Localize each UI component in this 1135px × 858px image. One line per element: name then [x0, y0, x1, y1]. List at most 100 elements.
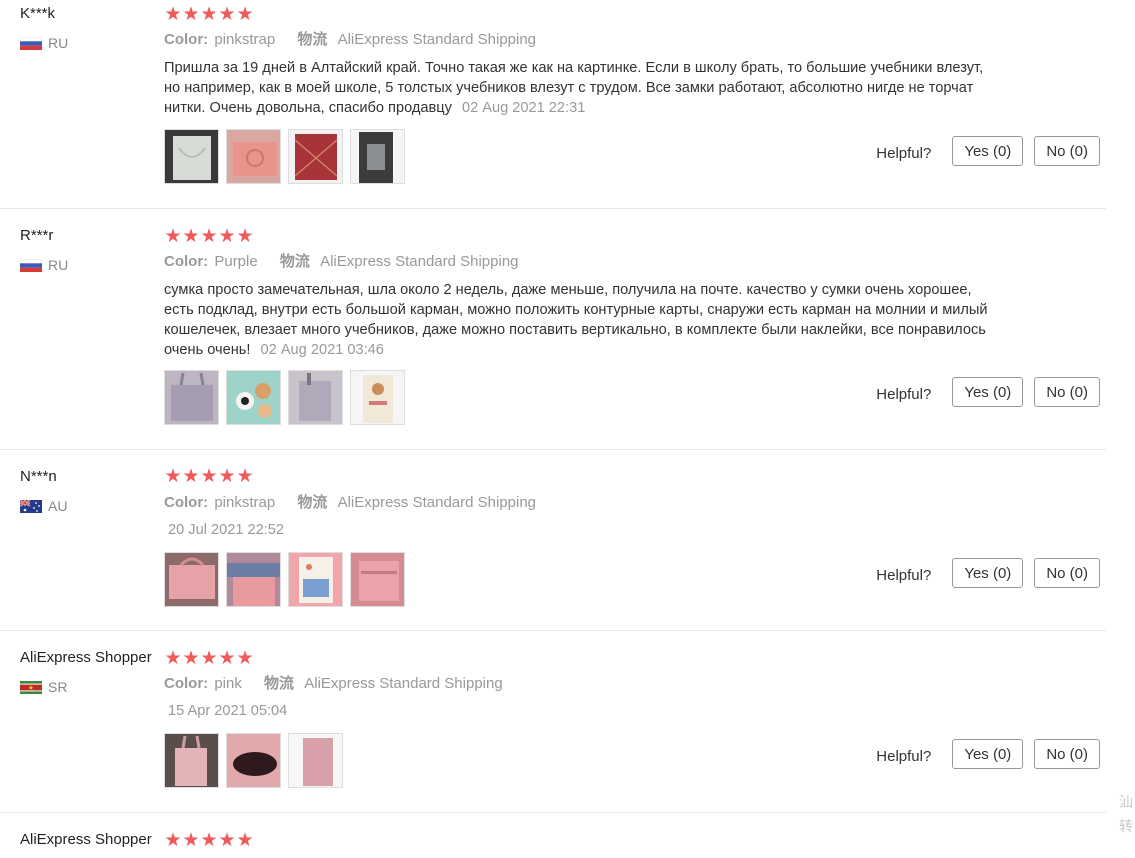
- review-photo[interactable]: [164, 370, 219, 425]
- helpful-no-button[interactable]: No (0): [1034, 377, 1100, 407]
- star-icon: ★: [164, 3, 182, 25]
- shipping-value: AliExpress Standard Shipping: [337, 31, 537, 48]
- helpful-no-button[interactable]: No (0): [1034, 558, 1100, 588]
- flag-sr-icon: [20, 680, 42, 694]
- review-photo[interactable]: [288, 370, 343, 425]
- star-icon: ★: [164, 647, 182, 669]
- color-value: pinkstrap: [214, 31, 276, 48]
- side-note-char: 汕: [1119, 794, 1133, 810]
- reviewer-info: K***k RU: [20, 5, 68, 51]
- star-icon: ★: [164, 829, 182, 851]
- helpful-no-button[interactable]: No (0): [1034, 136, 1100, 166]
- helpful-yes-button[interactable]: Yes (0): [952, 558, 1024, 588]
- flag-ru-icon: [20, 36, 42, 50]
- helpful-yes-button[interactable]: Yes (0): [952, 136, 1024, 166]
- reviewer-country: RU: [20, 257, 68, 273]
- helpful-label: Helpful?: [876, 566, 932, 584]
- flag-au-icon: [20, 499, 42, 513]
- review-photo[interactable]: [164, 733, 219, 788]
- star-icon: ★: [236, 829, 254, 851]
- review-meta: Color: pinkstrap 物流 AliExpress Standard …: [164, 494, 536, 512]
- reviewer-country: SR: [20, 679, 67, 695]
- review-meta: Color: pink 物流 AliExpress Standard Shipp…: [164, 675, 503, 693]
- reviewer-info: AliExpress Shopper SR: [20, 649, 152, 695]
- star-rating: ★ ★ ★ ★ ★: [164, 830, 254, 850]
- color-value: Purple: [214, 253, 258, 270]
- color-label: Color:: [164, 675, 209, 692]
- helpful-votes: Helpful? Yes (0) No (0): [876, 377, 1100, 407]
- review-photos: [164, 370, 405, 425]
- reviewer-name: R***r: [20, 227, 54, 244]
- shipping-value: AliExpress Standard Shipping: [337, 494, 537, 511]
- review-text-block: Пришла за 19 дней в Алтайский край. Точн…: [164, 58, 994, 118]
- review-photo[interactable]: [226, 129, 281, 184]
- shipping-value: AliExpress Standard Shipping: [304, 675, 503, 692]
- reviewer-info: N***n AU: [20, 468, 67, 514]
- country-code: SR: [48, 679, 68, 695]
- star-icon: ★: [236, 647, 254, 669]
- star-icon: ★: [182, 829, 200, 851]
- review-photo[interactable]: [350, 370, 405, 425]
- review-item: AliExpress Shopper SR ★ ★ ★ ★ ★ Color: p…: [0, 631, 1106, 813]
- review-date: 15 Apr 2021 05:04: [168, 703, 288, 719]
- review-item: K***k RU ★ ★ ★ ★ ★ Color: pinkstrap 物流 A…: [0, 0, 1106, 209]
- star-icon: ★: [200, 829, 218, 851]
- review-photo[interactable]: [288, 733, 343, 788]
- star-icon: ★: [164, 465, 182, 487]
- side-note-char: 转: [1119, 818, 1133, 834]
- star-rating: ★ ★ ★ ★ ★: [164, 466, 254, 486]
- country-code: AU: [48, 498, 68, 514]
- star-icon: ★: [236, 465, 254, 487]
- review-photo[interactable]: [288, 129, 343, 184]
- review-photos: [164, 552, 405, 607]
- star-icon: ★: [236, 3, 254, 25]
- review-meta: Color: pinkstrap 物流 AliExpress Standard …: [164, 31, 536, 49]
- color-value: pinkstrap: [214, 494, 276, 511]
- star-icon: ★: [218, 225, 236, 247]
- reviewer-country: AU: [20, 498, 67, 514]
- star-icon: ★: [218, 3, 236, 25]
- reviewer-name: AliExpress Shopper: [20, 649, 152, 666]
- helpful-votes: Helpful? Yes (0) No (0): [876, 739, 1100, 769]
- helpful-votes: Helpful? Yes (0) No (0): [876, 136, 1100, 166]
- star-rating: ★ ★ ★ ★ ★: [164, 4, 254, 24]
- review-photo[interactable]: [226, 733, 281, 788]
- reviewer-name: K***k: [20, 5, 56, 22]
- helpful-yes-button[interactable]: Yes (0): [952, 377, 1024, 407]
- reviewer-name: N***n: [20, 468, 57, 485]
- review-photos: [164, 129, 405, 184]
- star-icon: ★: [236, 225, 254, 247]
- shipping-label: 物流: [297, 31, 328, 48]
- review-photo[interactable]: [350, 552, 405, 607]
- reviewer-name: AliExpress Shopper: [20, 831, 152, 848]
- flag-ru-icon: [20, 258, 42, 272]
- color-value: pink: [214, 675, 242, 692]
- star-rating: ★ ★ ★ ★ ★: [164, 648, 254, 668]
- review-item: N***n AU ★ ★ ★ ★ ★ Color: pinkstrap 物流 A…: [0, 450, 1106, 631]
- helpful-yes-button[interactable]: Yes (0): [952, 739, 1024, 769]
- helpful-label: Helpful?: [876, 144, 932, 162]
- helpful-votes: Helpful? Yes (0) No (0): [876, 558, 1100, 588]
- review-item: R***r RU ★ ★ ★ ★ ★ Color: Purple 物流 AliE…: [0, 209, 1106, 450]
- star-icon: ★: [182, 3, 200, 25]
- review-photo[interactable]: [226, 552, 281, 607]
- shipping-label: 物流: [264, 675, 295, 692]
- review-photo[interactable]: [164, 552, 219, 607]
- star-rating: ★ ★ ★ ★ ★: [164, 226, 254, 246]
- reviewer-info: R***r RU: [20, 227, 68, 273]
- helpful-no-button[interactable]: No (0): [1034, 739, 1100, 769]
- review-date: 20 Jul 2021 22:52: [168, 522, 285, 538]
- star-icon: ★: [218, 647, 236, 669]
- review-photo[interactable]: [164, 129, 219, 184]
- helpful-label: Helpful?: [876, 747, 932, 765]
- review-date: 02 Aug 2021 03:46: [260, 342, 384, 358]
- review-photos: [164, 733, 343, 788]
- review-photo[interactable]: [226, 370, 281, 425]
- shipping-label: 物流: [297, 494, 328, 511]
- review-photo[interactable]: [350, 129, 405, 184]
- star-icon: ★: [200, 465, 218, 487]
- color-label: Color:: [164, 253, 209, 270]
- review-photo[interactable]: [288, 552, 343, 607]
- color-label: Color:: [164, 494, 209, 511]
- review-text-block: сумка просто замечательная, шла около 2 …: [164, 280, 994, 360]
